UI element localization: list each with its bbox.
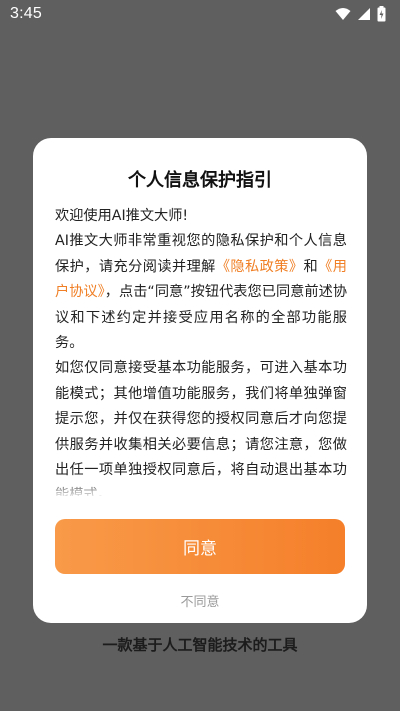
and-text: 和	[303, 258, 319, 275]
basic-mode-paragraph: 如您仅同意接受基本功能服务，可进入基本功能模式；其他增值功能服务，我们将单独弹窗…	[55, 360, 347, 496]
disagree-button[interactable]: 不同意	[33, 591, 367, 610]
agree-button[interactable]: 同意	[55, 519, 345, 574]
privacy-dialog: 个人信息保护指引 欢迎使用AI推文大师! AI推文大师非常重视您的隐私保护和个人…	[33, 138, 367, 623]
privacy-policy-link[interactable]: 《隐私政策》	[216, 259, 304, 275]
app-tagline: 一款基于人工智能技术的工具	[102, 636, 298, 654]
status-icons	[335, 6, 386, 22]
greeting-text: 欢迎使用AI推文大师!	[55, 208, 189, 224]
dialog-title: 个人信息保护指引	[128, 170, 272, 191]
battery-charging-icon	[377, 6, 386, 22]
status-time: 3:45	[10, 5, 42, 22]
policy-paragraph: AI推文大师非常重视您的隐私保护和个人信息保护，请充分阅读并理解《隐私政策》和《…	[55, 229, 347, 356]
dialog-body[interactable]: 欢迎使用AI推文大师! AI推文大师非常重视您的隐私保护和个人信息保护，请充分阅…	[55, 204, 347, 496]
wifi-icon	[335, 7, 351, 21]
signal-icon	[357, 7, 371, 21]
status-bar: 3:45	[0, 0, 400, 28]
